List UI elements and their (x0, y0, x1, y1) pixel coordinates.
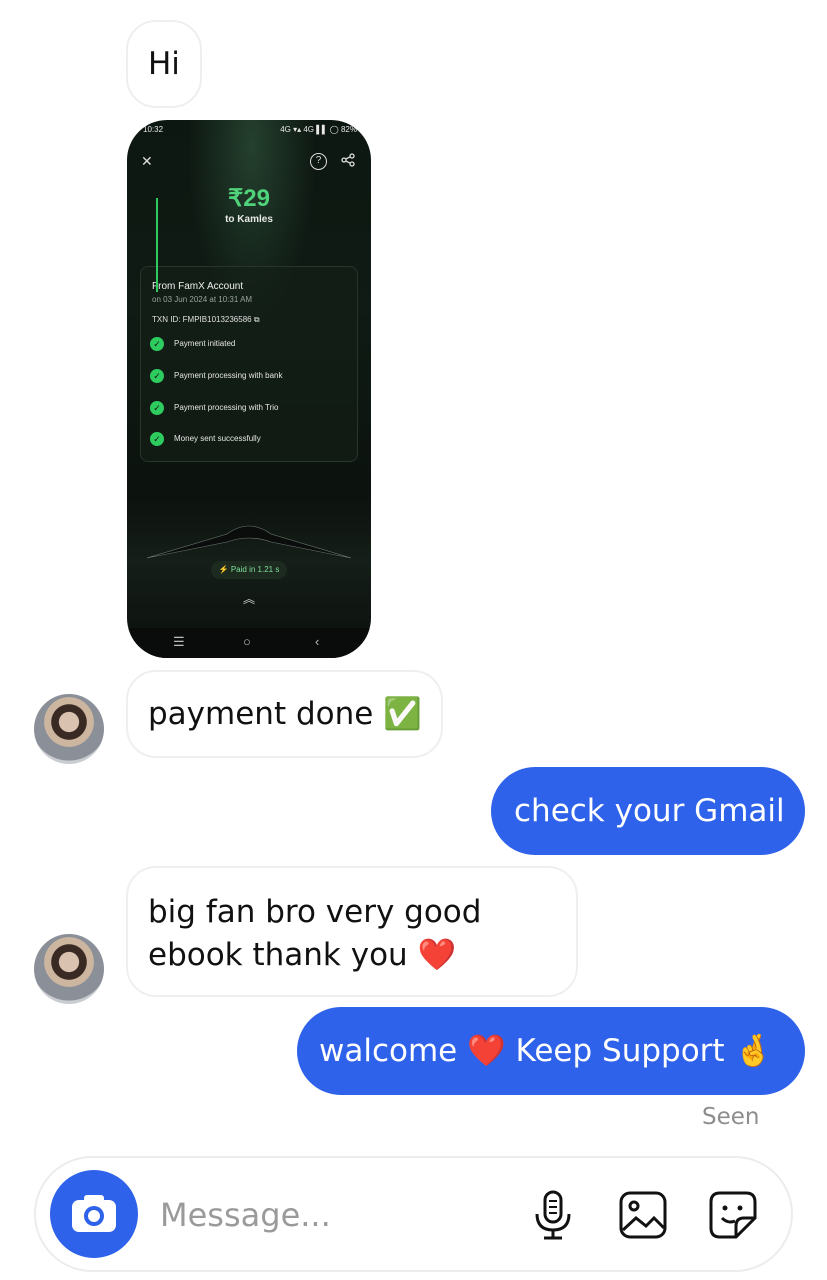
camera-button[interactable] (50, 1170, 138, 1258)
transaction-date: on 03 Jun 2024 at 10:31 AM (152, 295, 253, 304)
transaction-id: TXN ID: FMPIB1013236586 ⧉ (152, 315, 260, 324)
message-input[interactable] (160, 1188, 490, 1242)
sticker-icon (709, 1191, 757, 1239)
share-icon (341, 153, 355, 170)
step-label: Payment processing with bank (174, 371, 283, 380)
message-payment-done[interactable]: payment done ✅ (126, 670, 443, 758)
gallery-icon (619, 1191, 667, 1239)
message-text-line1: big fan bro very good (148, 894, 482, 930)
chevron-up-icon: ︽ (242, 592, 255, 606)
message-text: payment done ✅ (148, 696, 422, 732)
menu-icon: ☰ (173, 634, 185, 649)
paid-badge: ⚡ Paid in 1.21 s (211, 561, 287, 579)
check-icon: ✓ (150, 432, 164, 446)
back-icon: ‹ (315, 634, 320, 649)
home-icon: ○ (243, 634, 251, 649)
from-account: From FamX Account (152, 281, 244, 292)
message-text: check your Gmail (514, 793, 785, 829)
nav-bar: ☰ ○ ‹ (127, 628, 371, 658)
payment-screenshot-image[interactable]: 10:32 4G ▾▴ 4G ▌▌ ◯ 82% ✕ ? ₹29 to Kamle… (127, 120, 371, 658)
help-icon: ? (310, 153, 327, 170)
avatar[interactable] (34, 694, 104, 764)
camera-icon (72, 1195, 116, 1232)
microphone-button[interactable] (526, 1188, 580, 1242)
payment-recipient: to Kamles (225, 214, 273, 225)
status-right: 4G ▾▴ 4G ▌▌ ◯ 82% (280, 125, 357, 134)
message-big-fan[interactable]: big fan bro very good ebook thank you ❤️ (126, 866, 578, 997)
status-bar: 10:32 4G ▾▴ 4G ▌▌ ◯ 82% (143, 125, 357, 137)
payment-amount: ₹29 (228, 185, 270, 212)
status-time: 10:32 (143, 125, 164, 134)
message-text: Hi (148, 46, 180, 82)
message-check-gmail[interactable]: check your Gmail (491, 767, 805, 855)
microphone-icon (535, 1190, 571, 1240)
close-icon: ✕ (141, 153, 153, 169)
message-composer (34, 1156, 793, 1272)
seen-receipt: Seen (702, 1104, 760, 1130)
step-label: Payment processing with Trio (174, 403, 279, 412)
message-walcome[interactable]: walcome ❤️ Keep Support 🤞 (297, 1007, 805, 1095)
step-label: Payment initiated (174, 339, 236, 348)
check-icon: ✓ (150, 337, 164, 351)
plane-wing-decoration (147, 525, 351, 559)
message-hi[interactable]: Hi (126, 20, 202, 108)
message-text-line2: ebook thank you ❤️ (148, 937, 457, 973)
avatar[interactable] (34, 934, 104, 1004)
progress-line (156, 198, 158, 292)
transaction-card: From FamX Account on 03 Jun 2024 at 10:3… (140, 266, 358, 462)
message-text: walcome ❤️ Keep Support 🤞 (319, 1033, 774, 1069)
check-icon: ✓ (150, 401, 164, 415)
gallery-button[interactable] (616, 1188, 670, 1242)
step-label: Money sent successfully (174, 434, 261, 443)
sticker-button[interactable] (706, 1188, 760, 1242)
check-icon: ✓ (150, 369, 164, 383)
